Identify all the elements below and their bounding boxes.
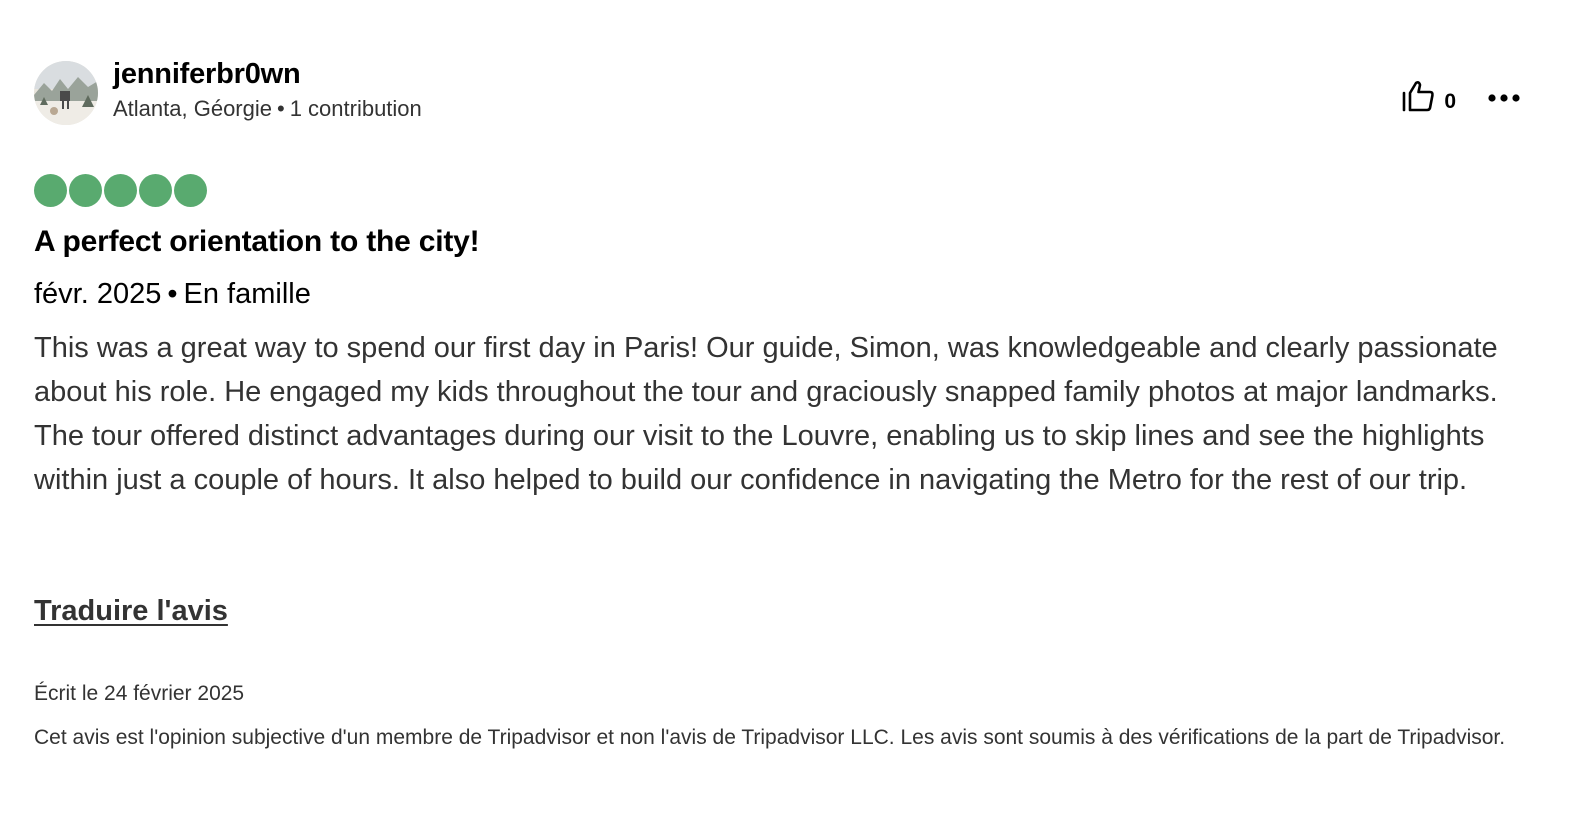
reviewer-header: jenniferbr0wn Atlanta, Géorgie • 1 contrib… (34, 58, 422, 125)
reviewer-info: jenniferbr0wn Atlanta, Géorgie • 1 contrib… (113, 58, 422, 122)
reviewer-contributions: 1 contribution (289, 96, 422, 121)
trip-info: févr. 2025 • En famille (34, 276, 311, 312)
meta-separator: • (276, 96, 285, 121)
trip-separator: • (167, 278, 178, 310)
rating-bubble-icon (174, 174, 207, 207)
avatar[interactable] (34, 61, 98, 125)
more-options-icon (1487, 90, 1521, 108)
reviewer-username[interactable]: jenniferbr0wn (113, 58, 422, 90)
reviewer-location: Atlanta, Géorgie (113, 96, 272, 121)
review-actions: 0 (1400, 78, 1524, 119)
rating-bubbles (34, 174, 209, 207)
reviewer-meta: Atlanta, Géorgie • 1 contribution (113, 96, 422, 122)
more-options-button[interactable] (1484, 81, 1524, 117)
avatar-image (34, 61, 98, 125)
review-title: A perfect orientation to the city! (34, 225, 480, 258)
translate-review-link[interactable]: Traduire l'avis (34, 593, 228, 629)
trip-date: févr. 2025 (34, 278, 162, 310)
rating-bubble-icon (104, 174, 137, 207)
helpful-vote-button[interactable]: 0 (1400, 78, 1456, 119)
helpful-count: 0 (1444, 89, 1456, 113)
review-body: This was a great way to spend our first … (34, 332, 1498, 496)
review-disclaimer: Cet avis est l'opinion subjective d'un m… (34, 726, 1506, 749)
rating-bubble-icon (139, 174, 172, 207)
trip-type: En famille (183, 278, 311, 310)
thumbs-up-icon (1400, 78, 1436, 119)
review-card: jenniferbr0wn Atlanta, Géorgie • 1 contrib… (34, 0, 1524, 828)
written-date: Écrit le 24 février 2025 (34, 682, 245, 705)
rating-bubble-icon (69, 174, 102, 207)
rating-bubble-icon (34, 174, 67, 207)
